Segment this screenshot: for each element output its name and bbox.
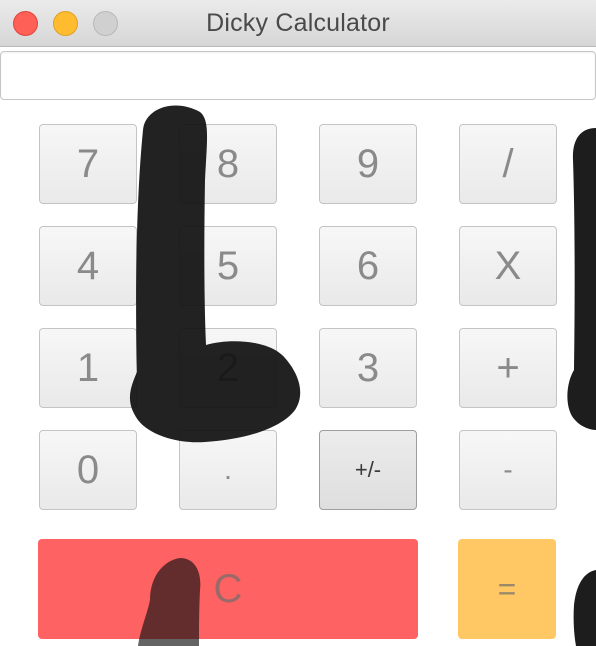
multiply-button[interactable]: X xyxy=(459,226,557,306)
digit-4-button[interactable]: 4 xyxy=(39,226,137,306)
digit-2-button[interactable]: 2 xyxy=(179,328,277,408)
digit-0-button[interactable]: 0 xyxy=(39,430,137,510)
window-title: Dicky Calculator xyxy=(206,9,390,37)
digit-9-button[interactable]: 9 xyxy=(319,124,417,204)
equals-button[interactable]: = xyxy=(458,539,556,639)
digit-5-button[interactable]: 5 xyxy=(179,226,277,306)
digit-7-button[interactable]: 7 xyxy=(39,124,137,204)
right-edge-overlay-shape xyxy=(567,128,596,430)
toggle-sign-button[interactable]: +/- xyxy=(319,430,417,510)
divide-button[interactable]: / xyxy=(459,124,557,204)
add-button[interactable]: + xyxy=(459,328,557,408)
decimal-point-button[interactable]: . xyxy=(179,430,277,510)
digit-1-button[interactable]: 1 xyxy=(39,328,137,408)
title-bar: Dicky Calculator xyxy=(0,0,596,47)
digit-6-button[interactable]: 6 xyxy=(319,226,417,306)
calculator-window: Dicky Calculator 7 8 9 / 4 5 6 X 1 2 3 +… xyxy=(0,0,596,646)
bottom-right-overlay-shape xyxy=(573,570,596,646)
digit-8-button[interactable]: 8 xyxy=(179,124,277,204)
calculator-display[interactable] xyxy=(0,51,596,100)
clear-button[interactable]: C xyxy=(38,539,418,639)
subtract-button[interactable]: - xyxy=(459,430,557,510)
digit-3-button[interactable]: 3 xyxy=(319,328,417,408)
